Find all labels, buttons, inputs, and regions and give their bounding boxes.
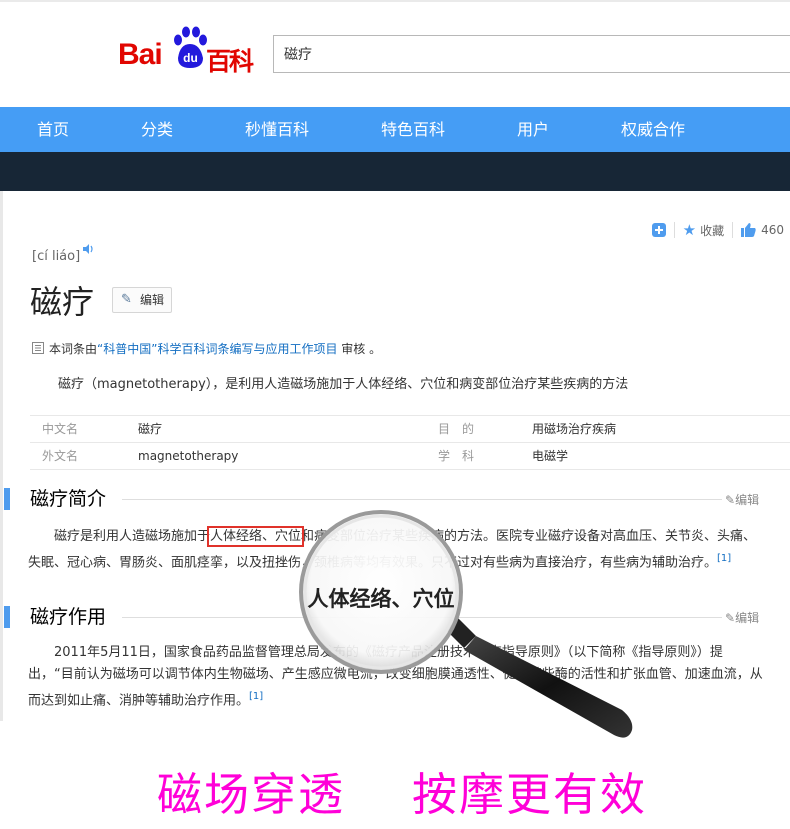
info-value: 磁疗	[138, 422, 163, 436]
section-edit-label: 编辑	[735, 493, 760, 507]
paw-icon: du	[174, 26, 207, 68]
page-title: 磁疗	[30, 283, 95, 321]
section-bar	[4, 606, 10, 628]
top-border	[0, 0, 790, 2]
link-science-project[interactable]: 科学百科词条编写与应用工作项目	[157, 342, 337, 356]
section-edit-label: 编辑	[735, 611, 760, 625]
pencil-icon: ✎	[725, 493, 736, 507]
info-key: 外文名	[42, 449, 79, 463]
star-icon: ★	[682, 221, 697, 239]
logo-baike-text: 百科	[206, 47, 254, 76]
review-note: 本词条由“科普中国”科学百科词条编写与应用工作项目 审核 。	[32, 340, 381, 357]
edit-label: 编辑	[140, 293, 165, 307]
para-text: 磁疗是利用人造磁场施加于	[54, 529, 211, 544]
thumbs-up-icon	[741, 223, 756, 237]
add-icon[interactable]	[651, 223, 666, 237]
pinyin: [cí liáo]	[32, 249, 81, 264]
baidu-baike-logo[interactable]: Bai du 百科	[118, 24, 258, 76]
nav-item-user[interactable]: 用户	[517, 107, 549, 152]
section-heading-effect: 磁疗作用 ✎编辑	[0, 602, 790, 632]
nav-item-miaodong[interactable]: 秒懂百科	[245, 107, 309, 152]
entry-tools: ★ 收藏 460	[651, 221, 784, 239]
info-value: magnetotherapy	[138, 449, 239, 463]
section-bar	[4, 488, 10, 510]
section-edit-button[interactable]: ✎编辑	[725, 609, 759, 626]
reference-link[interactable]: [1]	[717, 553, 731, 564]
nav-item-authority[interactable]: 权威合作	[621, 107, 685, 152]
document-icon	[32, 342, 44, 354]
review-suffix: 审核 。	[337, 342, 382, 356]
info-key: 目 的	[438, 422, 475, 436]
search-input[interactable]	[274, 36, 784, 72]
info-value: 用磁场治疗疾病	[532, 422, 617, 436]
highlighted-text: 人体经络、穴位	[207, 526, 305, 547]
info-table: 中文名 磁疗 目 的 用磁场治疗疾病 外文名 magnetotherapy 学 …	[30, 415, 790, 470]
promo-banner: 磁场穿透 按摩更有效	[0, 740, 790, 829]
info-row: 中文名 磁疗 目 的 用磁场治疗疾病	[30, 415, 790, 442]
logo-bai-text: Bai	[118, 38, 163, 71]
link-kepu-china[interactable]: “科普中国”	[97, 342, 157, 356]
section-divider	[122, 499, 722, 500]
info-key: 学 科	[438, 449, 475, 463]
dark-banner	[0, 152, 790, 191]
summary-text: 磁疗（magnetotherapy），是利用人造磁场施加于人体经络、穴位和病变部…	[58, 377, 629, 392]
main-nav: 首页 分类 秒懂百科 特色百科 用户 权威合作	[0, 107, 790, 152]
left-border	[0, 191, 3, 721]
info-value: 电磁学	[532, 449, 569, 463]
nav-item-featured[interactable]: 特色百科	[381, 107, 445, 152]
collect-label: 收藏	[700, 223, 725, 238]
reference-link[interactable]: [1]	[249, 691, 263, 702]
info-row: 外文名 magnetotherapy 学 科 电磁学	[30, 442, 790, 470]
speaker-icon[interactable]	[82, 243, 94, 255]
pencil-icon: ✎	[725, 611, 736, 625]
para-text: 2011年5月11日，国家食品药品监督管理总局发布的《磁疗产品注册技术审查指导原…	[28, 645, 763, 709]
nav-item-category[interactable]: 分类	[141, 107, 173, 152]
section-heading-intro: 磁疗简介 ✎编辑	[0, 484, 790, 514]
like-button[interactable]: 460	[741, 223, 784, 237]
section-divider	[122, 617, 722, 618]
section-paragraph: 磁疗是利用人造磁场施加于人体经络、穴位和病变部位治疗某些疾病的方法。医院专业磁疗…	[28, 526, 768, 574]
nav-item-home[interactable]: 首页	[37, 107, 69, 152]
divider	[673, 222, 675, 238]
slogan-left: 磁场穿透	[157, 768, 346, 821]
slogan-right: 按摩更有效	[412, 768, 648, 821]
section-edit-button[interactable]: ✎编辑	[725, 491, 759, 508]
entry-content: ★ 收藏 460 [cí liáo] 磁疗 ✎ 编辑 本词条由“科普中国”科学百…	[0, 191, 790, 721]
section-title: 磁疗作用	[30, 606, 107, 628]
divider	[732, 222, 734, 238]
search-box[interactable]	[273, 35, 790, 73]
pencil-icon: ✎	[121, 292, 132, 307]
logo-du-text: du	[183, 51, 198, 65]
section-paragraph: 2011年5月11日，国家食品药品监督管理总局发布的《磁疗产品注册技术审查指导原…	[28, 642, 768, 712]
like-count: 460	[761, 223, 784, 237]
collect-button[interactable]: ★ 收藏	[683, 221, 724, 239]
section-title: 磁疗简介	[30, 488, 107, 510]
edit-button[interactable]: ✎ 编辑	[112, 287, 172, 313]
info-key: 中文名	[42, 422, 79, 436]
review-prefix: 本词条由	[49, 342, 98, 356]
